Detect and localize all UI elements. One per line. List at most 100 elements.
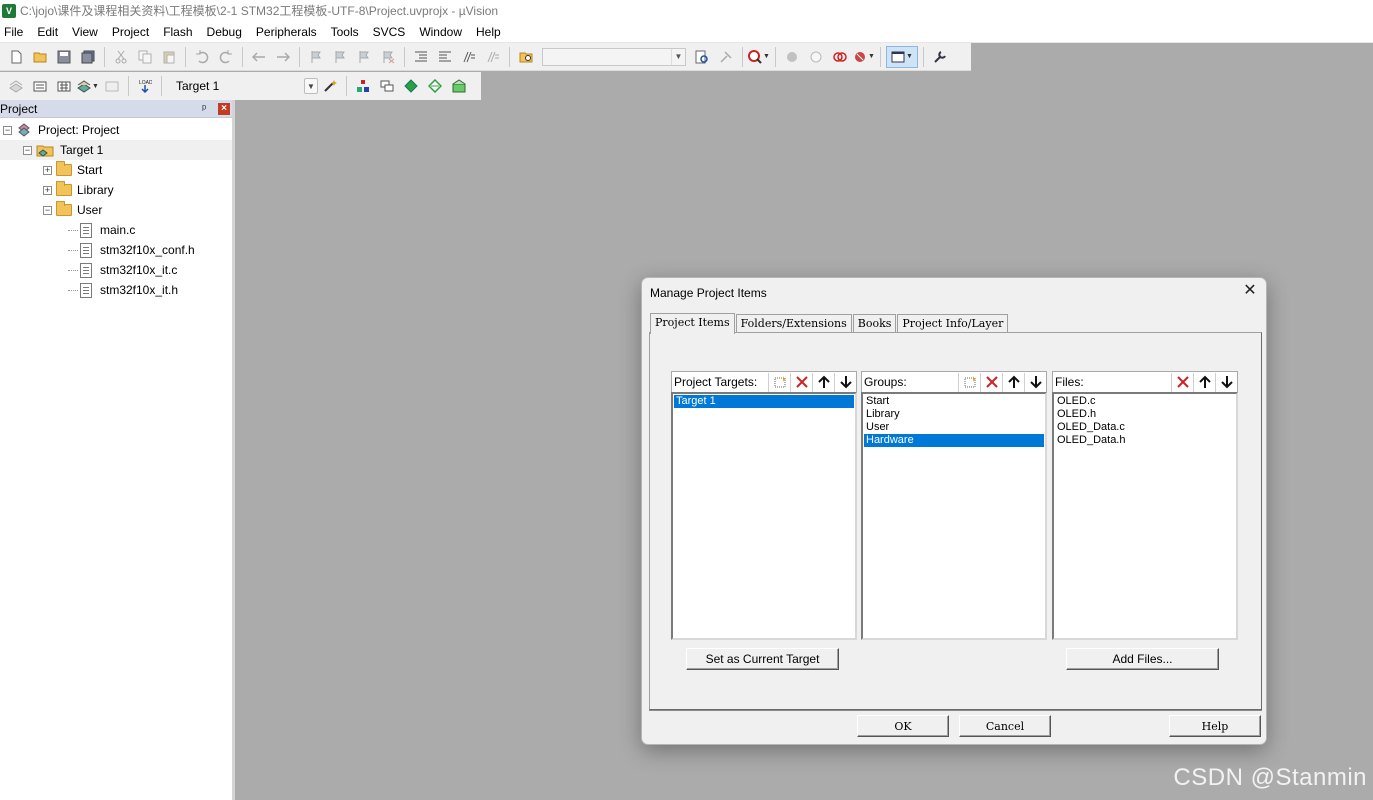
enable-breakpoint-button[interactable] [805, 46, 827, 68]
menu-peripherals[interactable]: Peripherals [250, 21, 325, 43]
collapse-icon[interactable]: − [3, 125, 12, 135]
tree-node-target[interactable]: − Target 1 [0, 140, 232, 160]
expand-icon[interactable]: + [43, 165, 52, 175]
copy-button[interactable] [134, 46, 156, 68]
tree-node-file[interactable]: stm32f10x_it.h [0, 280, 232, 300]
menu-debug[interactable]: Debug [201, 21, 250, 43]
help-button[interactable]: Help [1169, 715, 1261, 737]
bookmark-prev-button[interactable] [329, 46, 351, 68]
pin-icon[interactable]: ᵖ [202, 103, 212, 115]
move-target-up-button[interactable] [812, 372, 834, 392]
menu-help[interactable]: Help [470, 21, 509, 43]
tab-project-info-layer[interactable]: Project Info/Layer [897, 314, 1009, 333]
tree-node-group-user[interactable]: − User [0, 200, 232, 220]
group-list-item[interactable]: Start [864, 395, 1044, 408]
menu-view[interactable]: View [66, 21, 106, 43]
kill-all-breakpoints-button[interactable]: ▼ [853, 46, 875, 68]
target-options-button[interactable] [319, 75, 341, 97]
debug-session-button[interactable]: ▼ [748, 46, 770, 68]
new-file-button[interactable] [5, 46, 27, 68]
move-group-up-button[interactable] [1002, 372, 1024, 392]
new-group-button[interactable] [958, 372, 980, 392]
menu-flash[interactable]: Flash [157, 21, 200, 43]
file-list-item[interactable]: OLED.h [1055, 408, 1235, 421]
indent-button[interactable] [410, 46, 432, 68]
tree-node-file[interactable]: stm32f10x_it.c [0, 260, 232, 280]
move-group-down-button[interactable] [1024, 372, 1046, 392]
redo-button[interactable] [215, 46, 237, 68]
undo-button[interactable] [191, 46, 213, 68]
tab-books[interactable]: Books [852, 314, 897, 333]
file-list-item[interactable]: OLED.c [1055, 395, 1235, 408]
insert-breakpoint-button[interactable] [781, 46, 803, 68]
set-current-target-button[interactable]: Set as Current Target [686, 648, 839, 670]
find-combo[interactable]: ▼ [542, 47, 686, 66]
uncomment-button[interactable] [482, 46, 504, 68]
menu-svcs[interactable]: SVCS [367, 21, 414, 43]
target-select[interactable]: Target 1 ▼ [172, 76, 318, 96]
cancel-button[interactable]: Cancel [959, 715, 1051, 737]
ok-button[interactable]: OK [857, 715, 949, 737]
add-files-button[interactable]: Add Files... [1066, 648, 1219, 670]
targets-list[interactable]: Target 1 [671, 392, 857, 640]
select-packs-button[interactable] [400, 75, 422, 97]
menu-tools[interactable]: Tools [325, 21, 367, 43]
target-list-item[interactable]: Target 1 [674, 395, 854, 408]
group-list-item[interactable]: Library [864, 408, 1044, 421]
comment-button[interactable] [458, 46, 480, 68]
build-button[interactable] [29, 75, 51, 97]
configure-button[interactable] [929, 46, 951, 68]
expand-icon[interactable]: + [43, 185, 52, 195]
paste-button[interactable] [158, 46, 180, 68]
file-list-item[interactable]: OLED_Data.h [1055, 434, 1235, 447]
tree-node-group-start[interactable]: + Start [0, 160, 232, 180]
groups-list[interactable]: Start Library User Hardware [861, 392, 1047, 640]
rebuild-button[interactable] [53, 75, 75, 97]
batch-build-button[interactable]: ▼ [77, 75, 99, 97]
tab-folders-extensions[interactable]: Folders/Extensions [735, 314, 852, 333]
find-button[interactable] [691, 46, 713, 68]
move-target-down-button[interactable] [834, 372, 856, 392]
stop-build-button[interactable] [101, 75, 123, 97]
translate-button[interactable] [5, 75, 27, 97]
move-file-down-button[interactable] [1215, 372, 1237, 392]
manage-project-items-button[interactable] [352, 75, 374, 97]
delete-group-button[interactable] [980, 372, 1002, 392]
save-button[interactable] [53, 46, 75, 68]
group-list-item[interactable]: User [864, 421, 1044, 434]
collapse-icon[interactable]: − [23, 145, 32, 155]
unindent-button[interactable] [434, 46, 456, 68]
collapse-icon[interactable]: − [43, 205, 52, 215]
menu-project[interactable]: Project [106, 21, 157, 43]
group-list-item[interactable]: Hardware [864, 434, 1044, 447]
bookmark-clear-button[interactable] [377, 46, 399, 68]
tree-node-file[interactable]: main.c [0, 220, 232, 240]
manage-rte-button[interactable] [424, 75, 446, 97]
new-target-button[interactable] [768, 372, 790, 392]
panel-close-icon[interactable]: × [218, 102, 230, 115]
cut-button[interactable] [110, 46, 132, 68]
delete-target-button[interactable] [790, 372, 812, 392]
menu-edit[interactable]: Edit [31, 21, 66, 43]
disable-all-breakpoints-button[interactable] [829, 46, 851, 68]
file-list-item[interactable]: OLED_Data.c [1055, 421, 1235, 434]
save-all-button[interactable] [77, 46, 99, 68]
bookmark-next-button[interactable] [353, 46, 375, 68]
delete-file-button[interactable] [1171, 372, 1193, 392]
window-layout-button[interactable]: ▼ [886, 45, 918, 68]
incremental-find-button[interactable] [715, 46, 737, 68]
tree-node-file[interactable]: stm32f10x_conf.h [0, 240, 232, 260]
open-file-button[interactable] [29, 46, 51, 68]
files-list[interactable]: OLED.c OLED.h OLED_Data.c OLED_Data.h [1052, 392, 1238, 640]
download-button[interactable]: LOAD [134, 75, 156, 97]
move-file-up-button[interactable] [1193, 372, 1215, 392]
find-in-files-button[interactable] [515, 46, 537, 68]
tree-node-group-library[interactable]: + Library [0, 180, 232, 200]
nav-back-button[interactable] [248, 46, 270, 68]
menu-file[interactable]: File [0, 21, 31, 43]
dialog-close-icon[interactable]: ✕ [1242, 283, 1258, 299]
tree-node-project[interactable]: − Project: Project [0, 120, 232, 140]
menu-window[interactable]: Window [413, 21, 470, 43]
bookmark-toggle-button[interactable] [305, 46, 327, 68]
pack-installer-button[interactable] [448, 75, 470, 97]
